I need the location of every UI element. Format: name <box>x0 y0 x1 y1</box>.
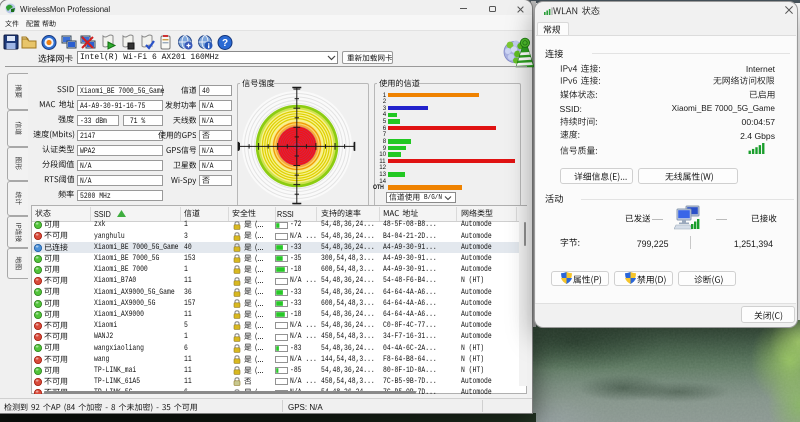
svg-text:?: ? <box>222 38 228 49</box>
